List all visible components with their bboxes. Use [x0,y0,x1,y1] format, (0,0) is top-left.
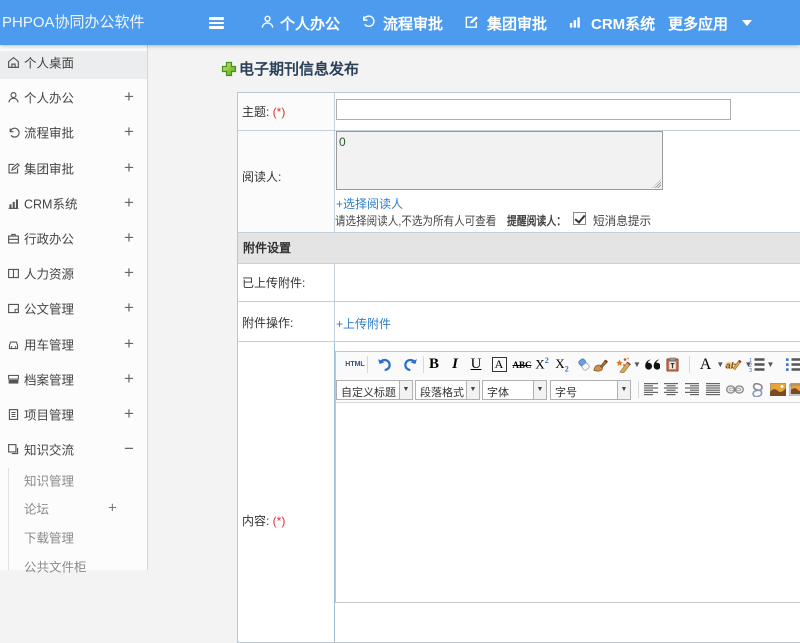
svg-text:3: 3 [749,368,752,372]
